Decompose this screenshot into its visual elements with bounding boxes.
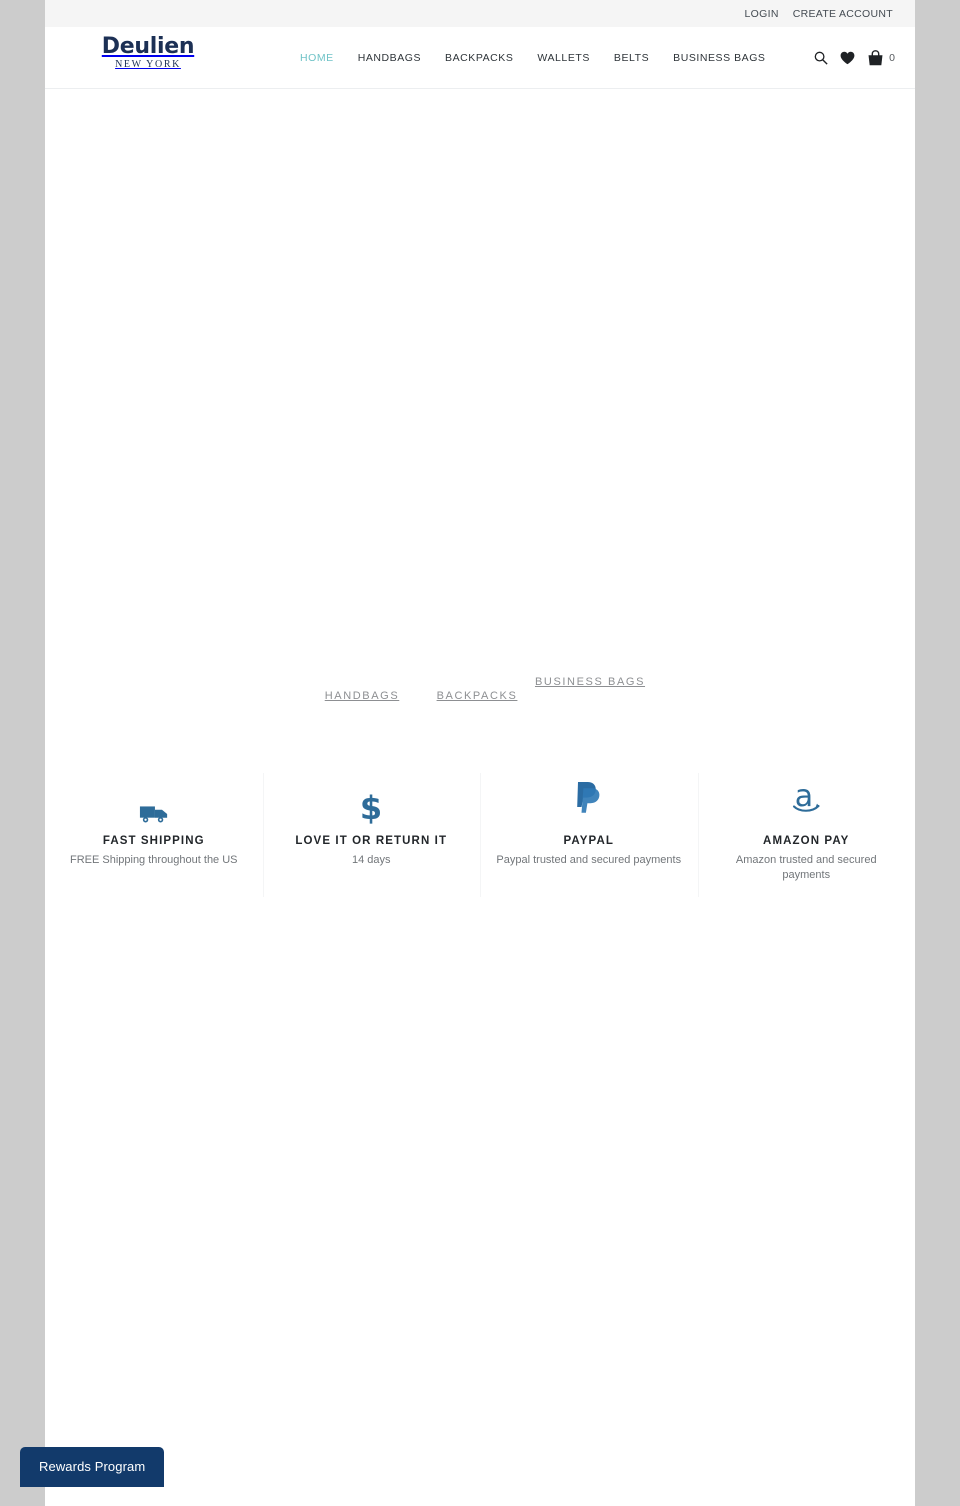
feature-title: PAYPAL — [563, 835, 614, 847]
feature-subtitle: Amazon trusted and secured payments — [735, 854, 877, 881]
collection-link-backpacks[interactable]: BACKPACKS — [402, 689, 552, 704]
collection-link-business-bags[interactable]: BUSINESS BAGS — [530, 675, 650, 690]
brand-logo[interactable]: Deulien NEW YORK — [73, 35, 223, 70]
site-header: Deulien NEW YORK HOME HANDBAGS BACKPACKS… — [45, 27, 915, 89]
nav-item-home[interactable]: HOME — [288, 52, 346, 64]
feature-returns: $ LOVE IT OR RETURN IT 14 days — [262, 769, 481, 901]
shopping-bag-icon[interactable]: 0 — [867, 50, 895, 66]
main-navigation: HOME HANDBAGS BACKPACKS WALLETS BELTS BU… — [288, 27, 778, 89]
search-icon[interactable] — [814, 51, 828, 65]
login-link[interactable]: LOGIN — [745, 8, 779, 20]
feature-amazon-pay: a AMAZON PAY Amazon trusted and secured … — [697, 769, 916, 901]
svg-text:$: $ — [360, 791, 382, 825]
dollar-sign-icon: $ — [279, 781, 465, 825]
feature-subtitle: 14 days — [351, 854, 391, 866]
nav-item-backpacks[interactable]: BACKPACKS — [433, 52, 525, 64]
cart-item-count: 0 — [889, 52, 895, 64]
feature-paypal: PAYPAL Paypal trusted and secured paymen… — [480, 769, 698, 901]
feature-title: FAST SHIPPING — [102, 835, 205, 847]
brand-logo-tagline: NEW YORK — [115, 59, 181, 71]
delivery-truck-icon — [61, 781, 247, 825]
nav-item-belts[interactable]: BELTS — [602, 52, 661, 64]
utility-topbar: LOGIN CREATE ACCOUNT — [45, 0, 915, 27]
trust-features-row: FAST SHIPPING FREE Shipping throughout t… — [45, 769, 915, 901]
nav-item-wallets[interactable]: WALLETS — [525, 52, 601, 64]
collection-strip: HANDBAGS BACKPACKS BUSINESS BAGS — [45, 649, 915, 727]
feature-fast-shipping: FAST SHIPPING FREE Shipping throughout t… — [45, 769, 263, 901]
paypal-icon — [496, 781, 682, 825]
hero-slider[interactable] — [45, 89, 915, 649]
site-page: LOGIN CREATE ACCOUNT Deulien NEW YORK HO… — [45, 0, 915, 1506]
nav-item-handbags[interactable]: HANDBAGS — [346, 52, 433, 64]
brand-logo-name: Deulien — [101, 34, 195, 59]
feature-subtitle: Paypal trusted and secured payments — [496, 854, 682, 866]
heart-icon[interactable] — [840, 51, 855, 65]
feature-title: AMAZON PAY — [763, 835, 850, 847]
feature-title: LOVE IT OR RETURN IT — [295, 835, 448, 847]
rewards-program-button[interactable]: Rewards Program — [20, 1447, 165, 1487]
feature-subtitle: FREE Shipping throughout the US — [69, 854, 238, 866]
nav-item-business-bags[interactable]: BUSINESS BAGS — [661, 52, 777, 64]
amazon-pay-icon: a — [714, 781, 900, 825]
header-icon-group: 0 — [814, 27, 895, 89]
create-account-link[interactable]: CREATE ACCOUNT — [793, 8, 893, 20]
